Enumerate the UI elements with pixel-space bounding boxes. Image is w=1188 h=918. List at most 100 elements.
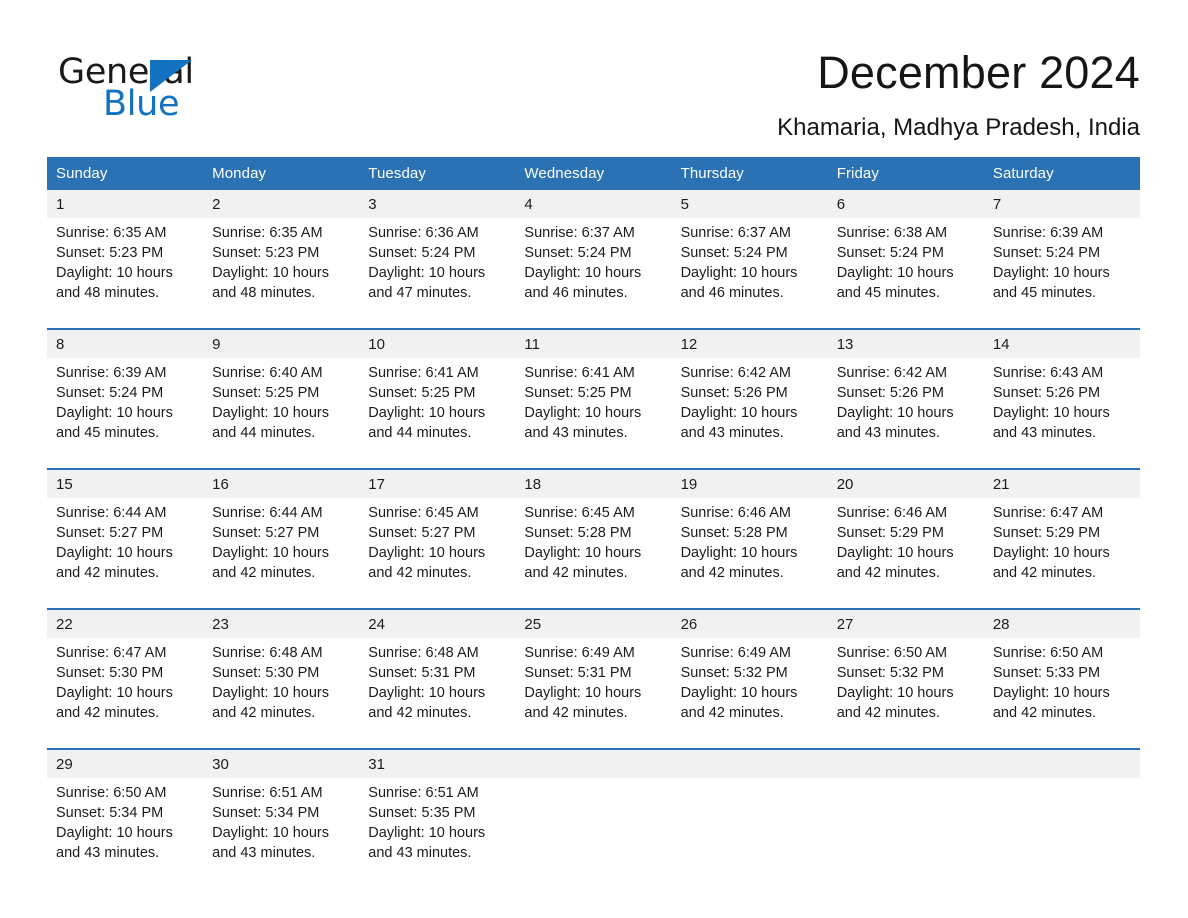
day-number-cell[interactable]: 2: [203, 190, 360, 218]
day-detail-cell[interactable]: Sunrise: 6:46 AM Sunset: 5:29 PM Daylight:…: [827, 498, 984, 597]
day-number-cell[interactable]: 27: [827, 608, 984, 638]
sunrise-text: Sunrise: 6:39 AM: [992, 225, 1104, 241]
day-number-cell[interactable]: 14: [983, 328, 1140, 358]
calendar-grid: Sunday Monday Tuesday Wednesday Thursday…: [47, 157, 1140, 877]
day-number-cell-empty: [827, 748, 984, 778]
day-number-cell[interactable]: 9: [203, 328, 360, 358]
day-detail-cell-empty: [515, 778, 672, 877]
day-detail-cell[interactable]: Sunrise: 6:49 AM Sunset: 5:31 PM Daylight:…: [515, 638, 672, 737]
week-daynumber-row: 15 16 17 18 19 20 21: [47, 468, 1140, 498]
daylight-text-line2: and 42 minutes.: [212, 565, 316, 581]
day-number-cell[interactable]: 24: [359, 608, 516, 638]
day-number-cell[interactable]: 12: [671, 328, 828, 358]
day-detail-cell[interactable]: Sunrise: 6:35 AM Sunset: 5:23 PM Daylight:…: [47, 218, 204, 317]
day-detail-cell[interactable]: Sunrise: 6:43 AM Sunset: 5:26 PM Daylight:…: [983, 358, 1140, 457]
generalblue-logo: General Blue: [58, 52, 258, 124]
day-detail-cell[interactable]: Sunrise: 6:44 AM Sunset: 5:27 PM Daylight:…: [47, 498, 204, 597]
day-detail-cell[interactable]: Sunrise: 6:51 AM Sunset: 5:35 PM Daylight:…: [359, 778, 516, 877]
daylight-text-line1: Daylight: 10 hours: [56, 825, 173, 841]
day-number-cell[interactable]: 31: [359, 748, 516, 778]
day-number-cell[interactable]: 25: [515, 608, 672, 638]
day-detail-cell[interactable]: Sunrise: 6:45 AM Sunset: 5:28 PM Daylight:…: [515, 498, 672, 597]
day-detail-cell[interactable]: Sunrise: 6:50 AM Sunset: 5:33 PM Daylight:…: [983, 638, 1140, 737]
day-number-cell[interactable]: 28: [983, 608, 1140, 638]
day-number-cell[interactable]: 3: [359, 190, 516, 218]
week-daynumber-row: 22 23 24 25 26 27 28: [47, 608, 1140, 638]
day-detail-cell[interactable]: Sunrise: 6:50 AM Sunset: 5:32 PM Daylight:…: [827, 638, 984, 737]
day-detail-cell[interactable]: Sunrise: 6:46 AM Sunset: 5:28 PM Daylight:…: [671, 498, 828, 597]
day-number-cell[interactable]: 23: [203, 608, 360, 638]
sunrise-text: Sunrise: 6:48 AM: [368, 645, 479, 661]
day-detail-cell[interactable]: Sunrise: 6:45 AM Sunset: 5:27 PM Daylight:…: [359, 498, 516, 597]
day-detail-cell[interactable]: Sunrise: 6:49 AM Sunset: 5:32 PM Daylight:…: [671, 638, 828, 737]
day-number-cell[interactable]: 5: [671, 190, 828, 218]
day-number-cell[interactable]: 22: [47, 608, 204, 638]
calendar-body: 1 2 3 4 5 6 7 Sunrise: 6:35 AM Sunset: 5:23 PM Da…: [47, 190, 1140, 877]
sunrise-text: Sunrise: 6:37 AM: [680, 225, 791, 241]
day-number-cell[interactable]: 21: [983, 468, 1140, 498]
daylight-text-line2: and 42 minutes.: [680, 705, 784, 721]
day-number-cell[interactable]: 7: [983, 190, 1140, 218]
page-title: December 2024: [817, 47, 1140, 98]
day-number-cell[interactable]: 15: [47, 468, 204, 498]
day-number-cell[interactable]: 17: [359, 468, 516, 498]
day-detail-cell[interactable]: Sunrise: 6:48 AM Sunset: 5:30 PM Daylight:…: [203, 638, 360, 737]
day-number-cell[interactable]: 19: [671, 468, 828, 498]
day-detail-cell[interactable]: Sunrise: 6:36 AM Sunset: 5:24 PM Daylight:…: [359, 218, 516, 317]
day-detail-cell[interactable]: Sunrise: 6:37 AM Sunset: 5:24 PM Daylight:…: [515, 218, 672, 317]
day-number-cell[interactable]: 6: [827, 190, 984, 218]
daylight-text-line2: and 43 minutes.: [524, 425, 628, 441]
day-detail-cell[interactable]: Sunrise: 6:35 AM Sunset: 5:23 PM Daylight:…: [203, 218, 360, 317]
day-number-cell[interactable]: 4: [515, 190, 672, 218]
weekday-header-monday: Monday: [203, 157, 360, 190]
day-detail-cell[interactable]: Sunrise: 6:50 AM Sunset: 5:34 PM Daylight:…: [47, 778, 204, 877]
day-detail-cell[interactable]: Sunrise: 6:48 AM Sunset: 5:31 PM Daylight:…: [359, 638, 516, 737]
day-detail-cell[interactable]: Sunrise: 6:40 AM Sunset: 5:25 PM Daylight:…: [203, 358, 360, 457]
daylight-text-line2: and 45 minutes.: [56, 425, 160, 441]
day-detail-cell[interactable]: Sunrise: 6:39 AM Sunset: 5:24 PM Daylight:…: [983, 218, 1140, 317]
day-number-cell[interactable]: 1: [47, 190, 204, 218]
day-number-cell[interactable]: 20: [827, 468, 984, 498]
sunset-text: Sunset: 5:30 PM: [56, 665, 164, 681]
day-number-cell[interactable]: 11: [515, 328, 672, 358]
daylight-text-line1: Daylight: 10 hours: [368, 825, 486, 841]
sunrise-text: Sunrise: 6:35 AM: [56, 225, 167, 241]
day-detail-cell-empty: [983, 778, 1140, 877]
day-number-cell[interactable]: 18: [515, 468, 672, 498]
day-detail-cell[interactable]: Sunrise: 6:42 AM Sunset: 5:26 PM Daylight:…: [827, 358, 984, 457]
day-number-cell[interactable]: 30: [203, 748, 360, 778]
day-detail-cell[interactable]: Sunrise: 6:41 AM Sunset: 5:25 PM Daylight:…: [359, 358, 516, 457]
day-number-cell[interactable]: 16: [203, 468, 360, 498]
day-detail-cell[interactable]: Sunrise: 6:47 AM Sunset: 5:30 PM Daylight:…: [47, 638, 204, 737]
sunset-text: Sunset: 5:32 PM: [680, 665, 788, 681]
daylight-text-line1: Daylight: 10 hours: [212, 685, 330, 701]
sunset-text: Sunset: 5:23 PM: [212, 245, 320, 261]
sunrise-text: Sunrise: 6:42 AM: [836, 365, 948, 381]
day-detail-cell[interactable]: Sunrise: 6:41 AM Sunset: 5:25 PM Daylight:…: [515, 358, 672, 457]
day-number-cell[interactable]: 10: [359, 328, 516, 358]
daylight-text-line2: and 48 minutes.: [56, 285, 160, 301]
calendar-table: Sunday Monday Tuesday Wednesday Thursday…: [47, 157, 1140, 877]
daylight-text-line1: Daylight: 10 hours: [56, 685, 173, 701]
page-header: General Blue December 2024 Khamaria, Mad…: [0, 0, 1188, 150]
day-detail-cell[interactable]: Sunrise: 6:37 AM Sunset: 5:24 PM Daylight:…: [671, 218, 828, 317]
day-number-cell[interactable]: 26: [671, 608, 828, 638]
day-detail-cell[interactable]: Sunrise: 6:47 AM Sunset: 5:29 PM Daylight:…: [983, 498, 1140, 597]
sunset-text: Sunset: 5:24 PM: [524, 245, 632, 261]
daylight-text-line1: Daylight: 10 hours: [524, 685, 642, 701]
sunrise-text: Sunrise: 6:36 AM: [368, 225, 479, 241]
sunset-text: Sunset: 5:27 PM: [368, 525, 476, 541]
week-daynumber-row: 1234567: [47, 190, 1140, 218]
sunrise-text: Sunrise: 6:37 AM: [524, 225, 635, 241]
day-detail-cell[interactable]: Sunrise: 6:51 AM Sunset: 5:34 PM Daylight:…: [203, 778, 360, 877]
sunset-text: Sunset: 5:23 PM: [56, 245, 164, 261]
day-detail-cell[interactable]: Sunrise: 6:39 AM Sunset: 5:24 PM Daylight:…: [47, 358, 204, 457]
day-number-cell[interactable]: 29: [47, 748, 204, 778]
day-detail-cell[interactable]: Sunrise: 6:44 AM Sunset: 5:27 PM Daylight:…: [203, 498, 360, 597]
calendar-header-row: Sunday Monday Tuesday Wednesday Thursday…: [47, 157, 1140, 190]
day-number-cell[interactable]: 13: [827, 328, 984, 358]
day-detail-cell[interactable]: Sunrise: 6:38 AM Sunset: 5:24 PM Daylight:…: [827, 218, 984, 317]
day-detail-cell[interactable]: Sunrise: 6:42 AM Sunset: 5:26 PM Daylight:…: [671, 358, 828, 457]
daylight-text-line1: Daylight: 10 hours: [836, 265, 954, 281]
day-number-cell[interactable]: 8: [47, 328, 204, 358]
